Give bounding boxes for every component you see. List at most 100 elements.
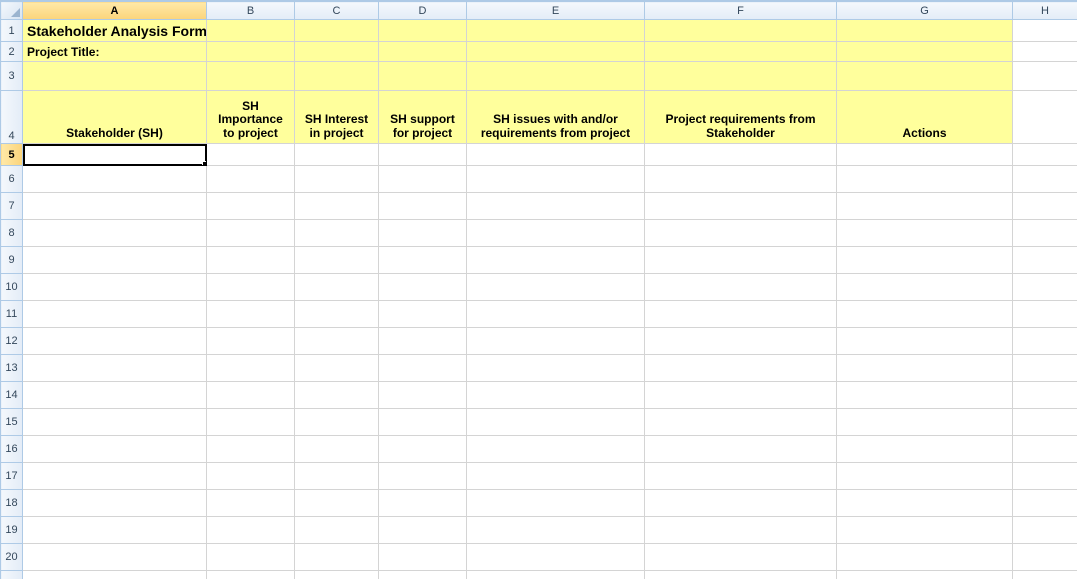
cell-F12[interactable] [645, 328, 837, 355]
row-header-9[interactable]: 9 [1, 247, 23, 274]
cell-E16[interactable] [467, 436, 645, 463]
cell-H4[interactable] [1013, 91, 1077, 144]
cell-G11[interactable] [837, 301, 1013, 328]
cell-A16[interactable] [23, 436, 207, 463]
cell-B5[interactable] [207, 144, 295, 166]
cell-B16[interactable] [207, 436, 295, 463]
cell-B1[interactable] [207, 20, 295, 42]
cell-F9[interactable] [645, 247, 837, 274]
cell-G1[interactable] [837, 20, 1013, 42]
cell-B18[interactable] [207, 490, 295, 517]
cell-C4[interactable]: SH Interest in project [295, 91, 379, 144]
cell-F11[interactable] [645, 301, 837, 328]
col-header-G[interactable]: G [837, 2, 1013, 20]
cell-H3[interactable] [1013, 62, 1077, 91]
cell-G12[interactable] [837, 328, 1013, 355]
cell-A19[interactable] [23, 517, 207, 544]
cell-F3[interactable] [645, 62, 837, 91]
cell-C16[interactable] [295, 436, 379, 463]
cell-E11[interactable] [467, 301, 645, 328]
cell-E6[interactable] [467, 166, 645, 193]
cell-C14[interactable] [295, 382, 379, 409]
cell-D13[interactable] [379, 355, 467, 382]
cell-B7[interactable] [207, 193, 295, 220]
cell-C18[interactable] [295, 490, 379, 517]
cell-D5[interactable] [379, 144, 467, 166]
cell-H11[interactable] [1013, 301, 1077, 328]
cell-B13[interactable] [207, 355, 295, 382]
cell-C7[interactable] [295, 193, 379, 220]
cell-E4[interactable]: SH issues with and/or requirements from … [467, 91, 645, 144]
row-header-15[interactable]: 15 [1, 409, 23, 436]
row-header-16[interactable]: 16 [1, 436, 23, 463]
cell-D14[interactable] [379, 382, 467, 409]
cell-A9[interactable] [23, 247, 207, 274]
cell-E19[interactable] [467, 517, 645, 544]
cell-B15[interactable] [207, 409, 295, 436]
cell-C11[interactable] [295, 301, 379, 328]
cell-B9[interactable] [207, 247, 295, 274]
cell-F17[interactable] [645, 463, 837, 490]
col-header-B[interactable]: B [207, 2, 295, 20]
cell-C1[interactable] [295, 20, 379, 42]
cell-H12[interactable] [1013, 328, 1077, 355]
row-header-6[interactable]: 6 [1, 166, 23, 193]
cell-C15[interactable] [295, 409, 379, 436]
cell-A18[interactable] [23, 490, 207, 517]
cell-F10[interactable] [645, 274, 837, 301]
cell-F1[interactable] [645, 20, 837, 42]
cell-E3[interactable] [467, 62, 645, 91]
row-header-18[interactable]: 18 [1, 490, 23, 517]
cell-F13[interactable] [645, 355, 837, 382]
cell-G4[interactable]: Actions [837, 91, 1013, 144]
row-header-11[interactable]: 11 [1, 301, 23, 328]
cell-G3[interactable] [837, 62, 1013, 91]
cell-C9[interactable] [295, 247, 379, 274]
cell-H7[interactable] [1013, 193, 1077, 220]
cell-A4[interactable]: Stakeholder (SH) [23, 91, 207, 144]
row-header-4[interactable]: 4 [1, 91, 23, 144]
cell-C3[interactable] [295, 62, 379, 91]
cell-E15[interactable] [467, 409, 645, 436]
cell-H19[interactable] [1013, 517, 1077, 544]
cell-C17[interactable] [295, 463, 379, 490]
cell-E17[interactable] [467, 463, 645, 490]
row-header-7[interactable]: 7 [1, 193, 23, 220]
cell-D17[interactable] [379, 463, 467, 490]
cell-B6[interactable] [207, 166, 295, 193]
cell-B8[interactable] [207, 220, 295, 247]
cell-C13[interactable] [295, 355, 379, 382]
cell-A8[interactable] [23, 220, 207, 247]
row-header-13[interactable]: 13 [1, 355, 23, 382]
col-header-C[interactable]: C [295, 2, 379, 20]
cell-F20[interactable] [645, 544, 837, 571]
cell-D20[interactable] [379, 544, 467, 571]
select-all-corner[interactable] [1, 2, 23, 20]
cell-H6[interactable] [1013, 166, 1077, 193]
cell-H2[interactable] [1013, 42, 1077, 62]
row-header-17[interactable]: 17 [1, 463, 23, 490]
cell-D1[interactable] [379, 20, 467, 42]
cell-E20[interactable] [467, 544, 645, 571]
cell-D7[interactable] [379, 193, 467, 220]
cell-D6[interactable] [379, 166, 467, 193]
cell-D16[interactable] [379, 436, 467, 463]
cell-F6[interactable] [645, 166, 837, 193]
col-header-F[interactable]: F [645, 2, 837, 20]
col-header-H[interactable]: H [1013, 2, 1077, 20]
cell-D8[interactable] [379, 220, 467, 247]
cell-F14[interactable] [645, 382, 837, 409]
cell-D3[interactable] [379, 62, 467, 91]
cell-E18[interactable] [467, 490, 645, 517]
cell-H18[interactable] [1013, 490, 1077, 517]
cell-C8[interactable] [295, 220, 379, 247]
cell-G2[interactable] [837, 42, 1013, 62]
cell-E7[interactable] [467, 193, 645, 220]
cell-C2[interactable] [295, 42, 379, 62]
cell-E8[interactable] [467, 220, 645, 247]
cell-B10[interactable] [207, 274, 295, 301]
cell-D18[interactable] [379, 490, 467, 517]
cell-G19[interactable] [837, 517, 1013, 544]
cell-C20[interactable] [295, 544, 379, 571]
row-header-2[interactable]: 2 [1, 42, 23, 62]
